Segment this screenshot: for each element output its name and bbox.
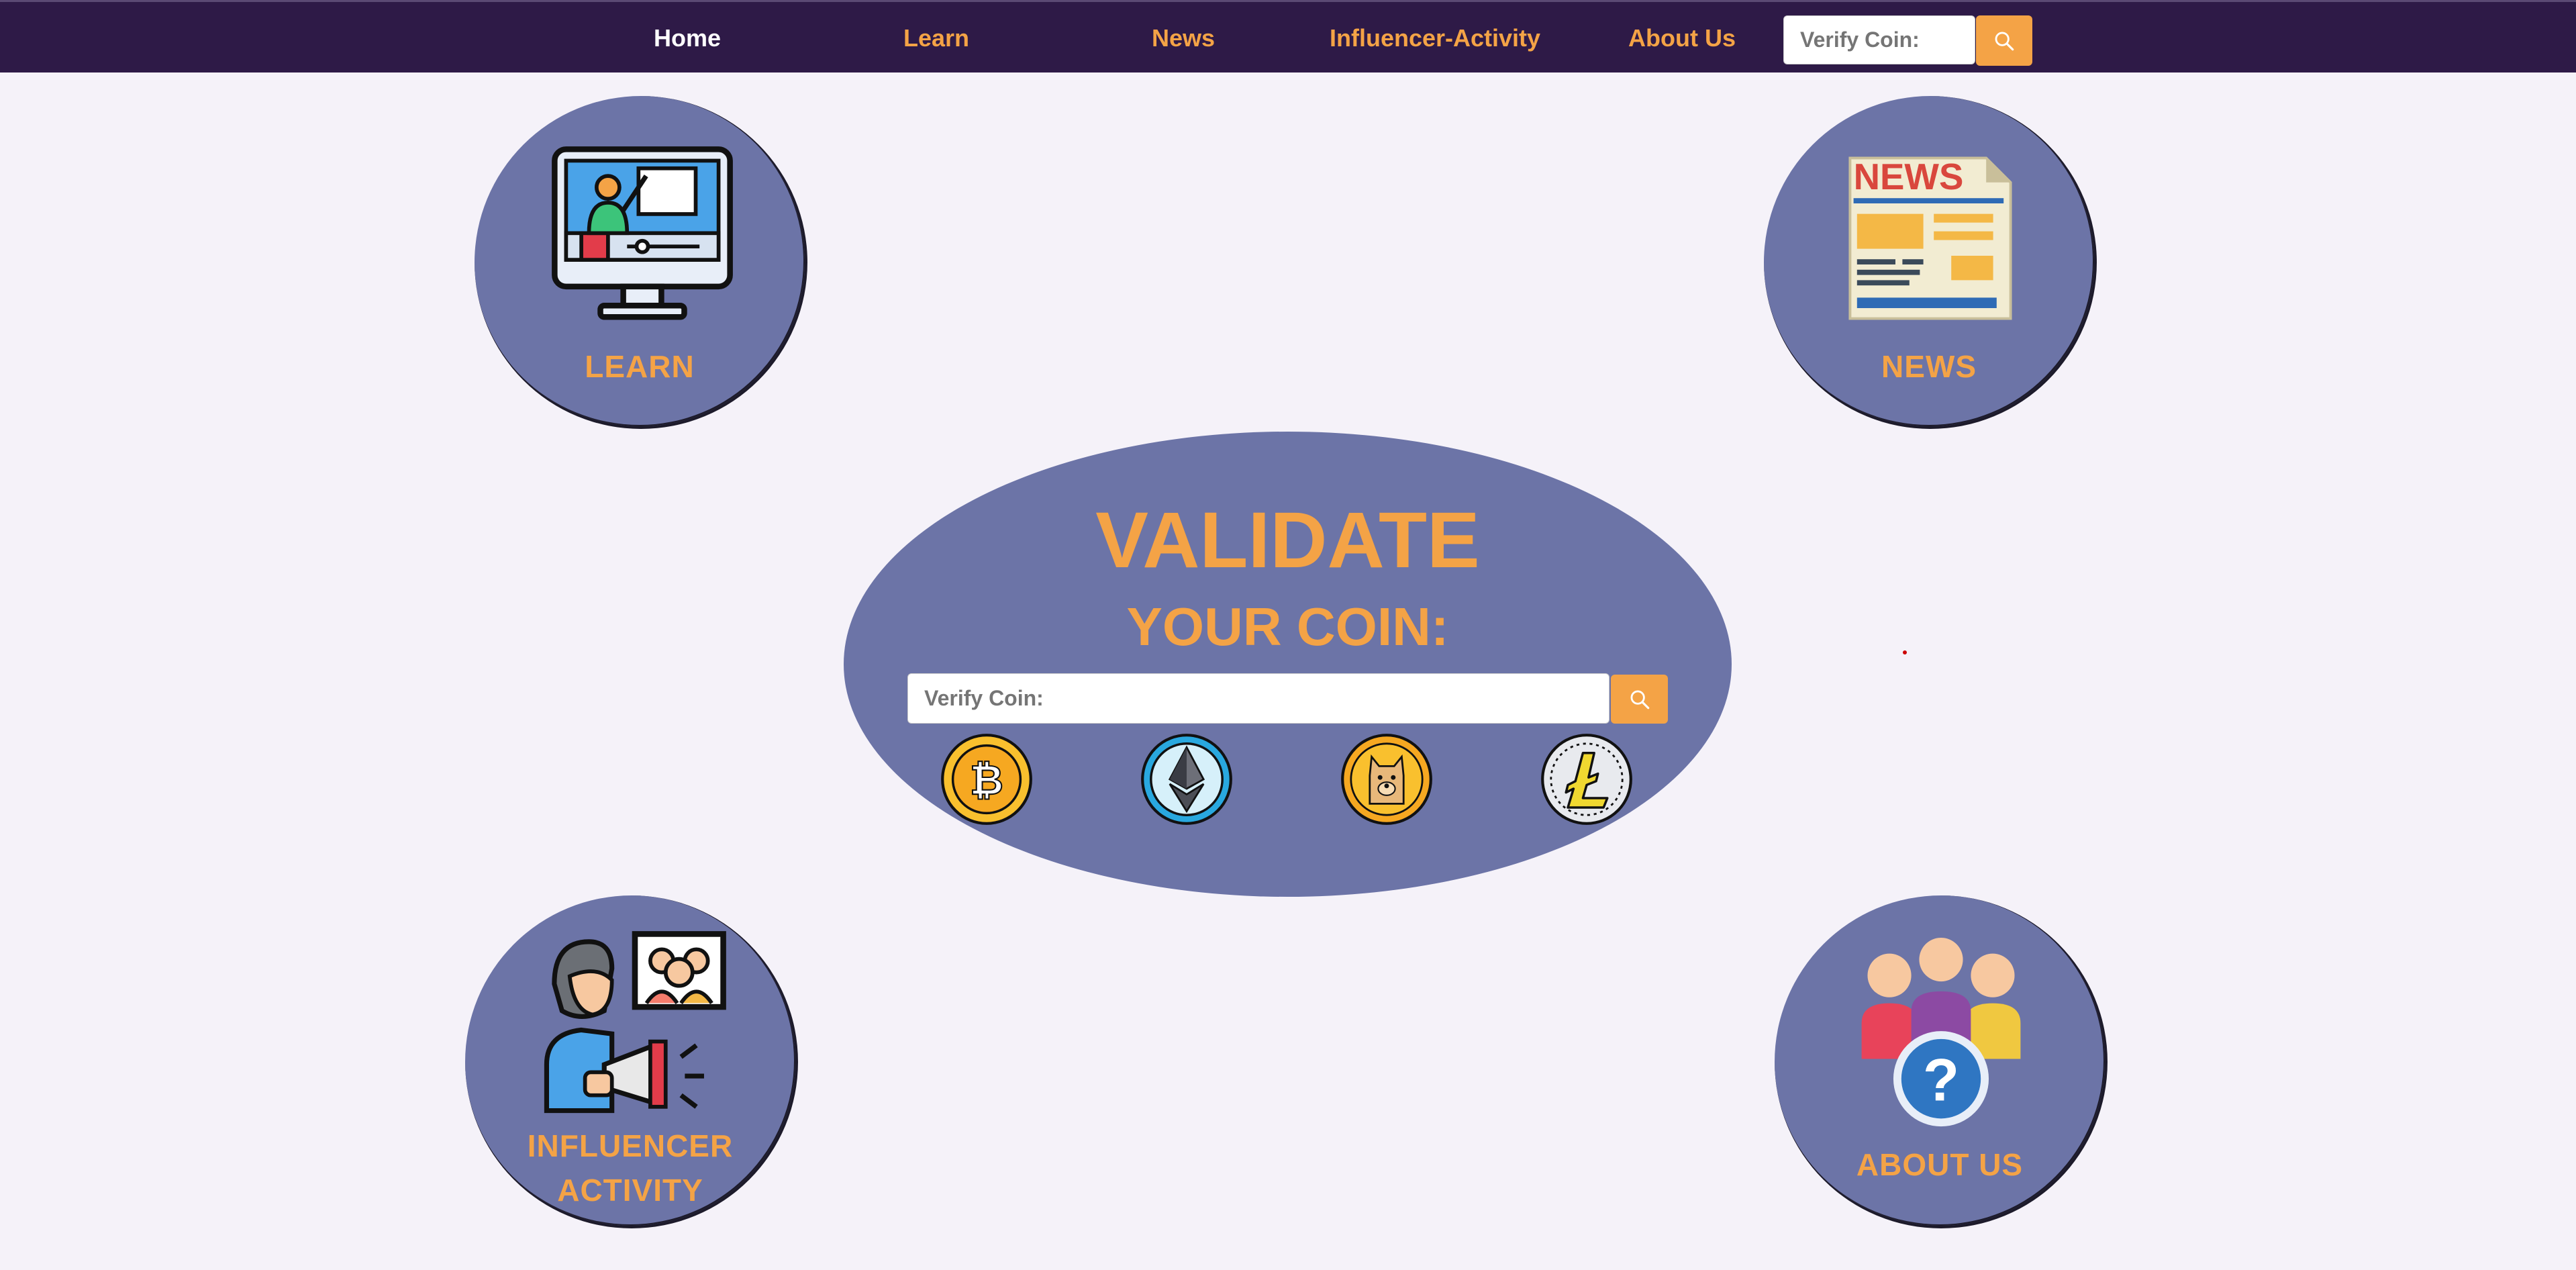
influencer-label-line2: ACTIVITY xyxy=(557,1173,703,1208)
nav-search-button[interactable] xyxy=(1976,15,2032,66)
svg-text:?: ? xyxy=(1923,1047,1959,1114)
learn-card[interactable]: LEARN xyxy=(475,96,807,429)
influencer-activity-card[interactable]: INFLUENCER ACTIVITY xyxy=(465,895,798,1228)
nav-influencer-activity[interactable]: Influencer-Activity xyxy=(1330,2,1540,75)
verify-coin-input[interactable] xyxy=(907,673,1609,724)
nav-learn[interactable]: Learn xyxy=(903,2,969,75)
learn-label: LEARN xyxy=(585,349,695,384)
litecoin-icon[interactable] xyxy=(1540,732,1634,826)
ethereum-icon[interactable] xyxy=(1140,732,1234,826)
news-label: NEWS xyxy=(1881,349,1977,384)
verify-coin-search-button[interactable] xyxy=(1611,675,1668,724)
nav-about-us[interactable]: About Us xyxy=(1628,2,1736,75)
red-dot-marker xyxy=(1903,650,1907,654)
search-icon xyxy=(1630,690,1649,709)
about-us-card[interactable]: ? ABOUT US xyxy=(1775,895,2108,1228)
influencer-megaphone-icon xyxy=(544,931,726,1114)
svg-text:NEWS: NEWS xyxy=(1854,156,1964,197)
top-navbar: Home Learn News Influencer-Activity Abou… xyxy=(0,0,2576,72)
news-card[interactable]: NEWS NEWS xyxy=(1764,96,2097,429)
influencer-label: INFLUENCER ACTIVITY xyxy=(465,1124,795,1212)
team-question-icon: ? xyxy=(1861,937,2021,1127)
nav-home[interactable]: Home xyxy=(654,2,721,75)
validate-title: VALIDATE xyxy=(1095,496,1480,585)
nav-search-input[interactable] xyxy=(1783,15,1975,64)
dogecoin-icon[interactable] xyxy=(1340,732,1434,826)
svg-text:₿: ₿ xyxy=(970,757,1003,803)
search-icon xyxy=(1995,32,2014,50)
online-teaching-icon xyxy=(552,146,733,320)
validate-subtitle: YOUR COIN: xyxy=(1126,597,1449,656)
about-us-label: ABOUT US xyxy=(1856,1147,2024,1182)
nav-news[interactable]: News xyxy=(1152,2,1215,75)
newspaper-icon: NEWS xyxy=(1848,156,2012,320)
influencer-label-line1: INFLUENCER xyxy=(527,1128,734,1163)
bitcoin-icon[interactable]: ₿ xyxy=(940,732,1034,826)
